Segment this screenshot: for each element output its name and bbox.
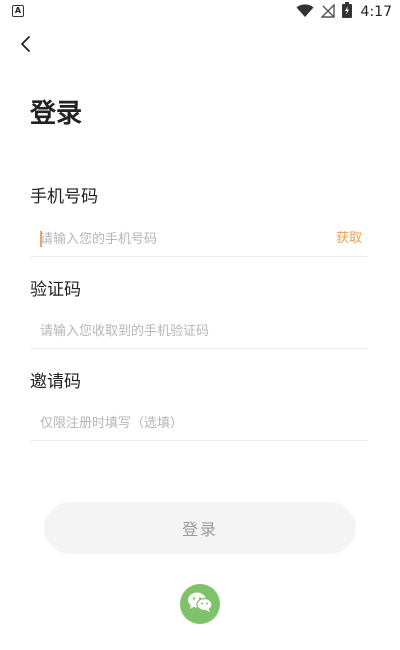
get-code-button[interactable]: 获取 — [336, 229, 362, 249]
chevron-left-icon — [19, 35, 33, 57]
notification-glyph: A — [14, 6, 22, 15]
status-time: 4:17 — [360, 4, 392, 20]
status-icons: 4:17 — [296, 2, 392, 22]
status-bar: A 4:17 — [0, 0, 400, 24]
phone-input[interactable] — [40, 228, 320, 250]
login-button-label: 登录 — [181, 520, 218, 539]
invite-label: 邀请码 — [30, 372, 81, 392]
phone-label: 手机号码 — [30, 187, 98, 207]
code-label: 验证码 — [30, 280, 81, 300]
invite-code-input[interactable] — [40, 412, 360, 434]
code-divider — [30, 348, 368, 349]
phone-divider — [30, 256, 368, 257]
page-title: 登录 — [30, 99, 83, 129]
no-signal-icon — [319, 2, 335, 22]
notification-icon: A — [12, 5, 24, 17]
back-button[interactable] — [12, 32, 40, 60]
wechat-login-button[interactable] — [180, 584, 220, 624]
login-button[interactable]: 登录 — [44, 502, 356, 554]
wechat-icon — [187, 591, 213, 617]
verification-code-input[interactable] — [40, 320, 360, 342]
battery-charging-icon — [341, 2, 352, 22]
wifi-icon — [296, 3, 314, 22]
invite-divider — [30, 440, 368, 441]
